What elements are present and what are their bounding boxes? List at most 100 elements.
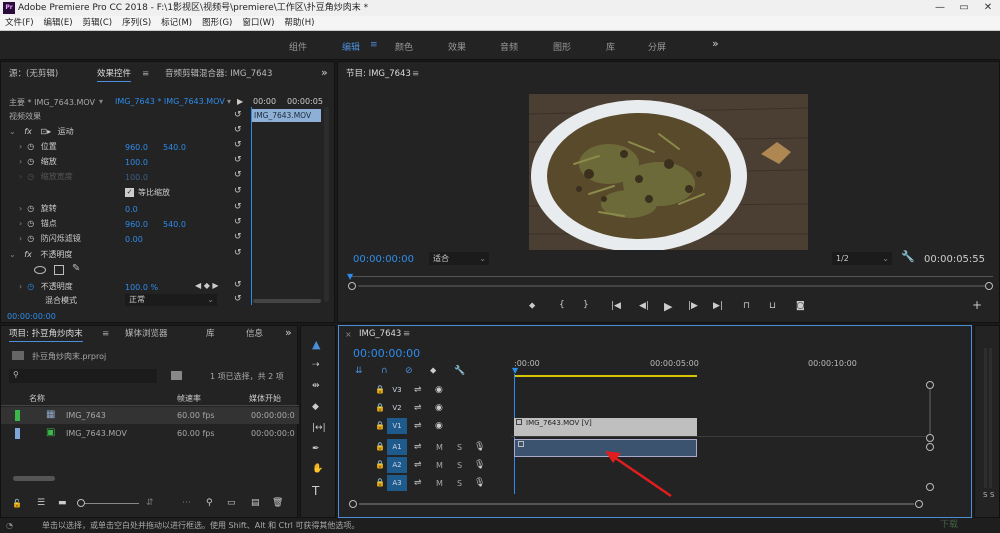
zoom-slider-handle[interactable] bbox=[77, 499, 85, 507]
mark-out-icon[interactable]: } bbox=[583, 300, 589, 310]
project-horizontal-scrollbar[interactable] bbox=[13, 476, 55, 481]
scroll-end-handle[interactable] bbox=[985, 282, 993, 290]
v1-clip[interactable]: IMG_7643.MOV [V] bbox=[514, 418, 697, 436]
workspace-tab-graphics[interactable]: 图形 bbox=[553, 40, 571, 53]
reset-icon[interactable]: ↺ bbox=[234, 170, 242, 180]
tab-libraries[interactable]: 库 bbox=[206, 326, 215, 342]
step-forward-icon[interactable]: |▶ bbox=[688, 301, 698, 311]
ec-horizontal-scrollbar[interactable] bbox=[253, 299, 321, 303]
panel-more-icon[interactable]: » bbox=[321, 65, 328, 81]
nest-icon[interactable]: ⇊ bbox=[355, 366, 363, 376]
tab-source[interactable]: 源：(无剪辑) bbox=[9, 66, 58, 82]
wrench-icon[interactable]: 🔧 bbox=[901, 250, 915, 263]
keyframe-nav-icon[interactable]: ◀ ◆ ▶ bbox=[195, 281, 219, 290]
reset-icon[interactable]: ↺ bbox=[234, 232, 242, 242]
menu-graphics[interactable]: 图形(G) bbox=[197, 16, 237, 31]
close-button[interactable]: ✕ bbox=[976, 0, 1000, 16]
minimize-button[interactable]: — bbox=[928, 0, 952, 16]
reset-icon[interactable]: ↺ bbox=[234, 155, 242, 165]
mute-button[interactable]: M bbox=[436, 443, 443, 452]
lock-icon[interactable]: 🔒 bbox=[375, 478, 385, 487]
menu-clip[interactable]: 剪辑(C) bbox=[78, 16, 118, 31]
lock-icon[interactable]: 🔓 bbox=[12, 499, 22, 508]
reset-icon[interactable]: ↺ bbox=[234, 125, 242, 135]
expand-arrow-icon[interactable]: ⌄ bbox=[9, 127, 16, 136]
timeline-playhead-head[interactable]: ▼ bbox=[512, 366, 518, 375]
settings-wrench-icon[interactable]: 🔧 bbox=[454, 366, 465, 376]
column-media-start[interactable]: 媒体开始 bbox=[249, 393, 281, 404]
list-view-icon[interactable]: ☰ bbox=[37, 498, 45, 508]
stopwatch-icon[interactable]: ◷ bbox=[27, 204, 34, 213]
anchor-x-value[interactable]: 960.0 bbox=[125, 220, 148, 229]
workspace-tab-libraries[interactable]: 库 bbox=[606, 40, 615, 53]
menu-file[interactable]: 文件(F) bbox=[0, 16, 39, 31]
workspace-menu-icon[interactable]: ≡ bbox=[370, 40, 378, 50]
track-select-tool-icon[interactable]: ⇢ bbox=[312, 360, 320, 370]
lock-icon[interactable]: 🔒 bbox=[375, 385, 385, 394]
table-row[interactable]: ▣ IMG_7643.MOV 60.00 fps 00:00:00:0 bbox=[1, 425, 299, 442]
maximize-button[interactable]: ▭ bbox=[952, 0, 976, 16]
add-marker-icon[interactable]: ⬥ bbox=[430, 366, 436, 376]
eye-icon[interactable]: ◉ bbox=[435, 385, 443, 395]
workspace-tab-effects[interactable]: 效果 bbox=[448, 40, 466, 53]
workspace-more-icon[interactable]: » bbox=[712, 37, 719, 50]
new-item-icon[interactable]: ▤ bbox=[251, 498, 260, 508]
workspace-tab-color[interactable]: 颜色 bbox=[395, 40, 413, 53]
trash-icon[interactable]: 🗑 bbox=[272, 498, 283, 508]
panel-more-icon[interactable]: » bbox=[285, 325, 292, 341]
ec-clip-bar[interactable]: IMG_7643.MOV bbox=[251, 109, 321, 122]
expand-arrow-icon[interactable]: ⌄ bbox=[9, 250, 16, 259]
solo-button[interactable]: S bbox=[457, 479, 462, 488]
program-playhead[interactable]: ▼ bbox=[347, 272, 353, 281]
stopwatch-icon[interactable]: ◷ bbox=[27, 219, 34, 228]
fit-select[interactable]: 适合 ⌄ bbox=[429, 252, 489, 265]
track-label-a1[interactable]: A1 bbox=[387, 439, 407, 455]
step-back-icon[interactable]: ◀| bbox=[639, 301, 649, 311]
linked-selection-icon[interactable]: ⊘ bbox=[405, 366, 413, 376]
track-label-v3[interactable]: V3 bbox=[387, 382, 407, 398]
rectangle-mask-icon[interactable] bbox=[54, 265, 64, 275]
vertical-scroll-handle[interactable] bbox=[926, 381, 934, 389]
program-time-ruler[interactable] bbox=[350, 276, 993, 277]
timeline-timecode[interactable]: 00:00:00:00 bbox=[353, 347, 420, 360]
antiflicker-value[interactable]: 0.00 bbox=[125, 235, 143, 244]
scale-value[interactable]: 100.0 bbox=[125, 158, 148, 167]
column-name[interactable]: 名称 bbox=[29, 393, 45, 404]
program-timecode[interactable]: 00:00:00:00 bbox=[353, 254, 414, 265]
program-menu-icon[interactable]: ≡ bbox=[412, 66, 419, 82]
selection-tool-icon[interactable]: ▲ bbox=[312, 338, 320, 351]
pen-tool-icon[interactable]: ✒ bbox=[312, 444, 320, 454]
play-button[interactable]: ▶ bbox=[664, 300, 672, 313]
workspace-tab-audio[interactable]: 音频 bbox=[500, 40, 518, 53]
reset-icon[interactable]: ↺ bbox=[234, 280, 242, 290]
play-icon[interactable]: ▶ bbox=[237, 97, 243, 106]
ellipse-mask-icon[interactable] bbox=[34, 266, 46, 274]
rotation-value[interactable]: 0.0 bbox=[125, 205, 138, 214]
reset-icon[interactable]: ↺ bbox=[234, 217, 242, 227]
razor-tool-icon[interactable]: ◆ bbox=[312, 402, 319, 412]
solo-right[interactable]: S bbox=[990, 491, 994, 499]
hand-tool-icon[interactable]: ✋ bbox=[312, 464, 323, 474]
eye-icon[interactable]: ◉ bbox=[435, 403, 443, 413]
menu-window[interactable]: 窗口(W) bbox=[237, 16, 279, 31]
sync-lock-icon[interactable]: ⇌ bbox=[414, 421, 422, 431]
stopwatch-icon[interactable]: ◷ bbox=[27, 282, 34, 291]
tab-media-browser[interactable]: 媒体浏览器 bbox=[125, 326, 168, 342]
vertical-scroll-handle[interactable] bbox=[926, 483, 934, 491]
blend-mode-select[interactable]: 正常 ⌄ bbox=[125, 294, 217, 306]
lock-icon[interactable]: 🔒 bbox=[375, 403, 385, 412]
solo-button[interactable]: S bbox=[457, 461, 462, 470]
eye-icon[interactable]: ◉ bbox=[435, 421, 443, 431]
position-y-value[interactable]: 540.0 bbox=[163, 143, 186, 152]
sort-icon[interactable]: ⇵ bbox=[146, 498, 154, 508]
lift-icon[interactable]: ⊓ bbox=[743, 301, 750, 311]
vertical-scroll-handle[interactable] bbox=[926, 434, 934, 442]
voiceover-mic-icon[interactable]: 🎙 bbox=[474, 442, 485, 452]
new-search-bin-icon[interactable] bbox=[171, 371, 182, 380]
column-framerate[interactable]: 帧速率 bbox=[177, 393, 201, 404]
uniform-scale-checkbox[interactable]: ✓ bbox=[125, 188, 134, 197]
resolution-select[interactable]: 1/2 ⌄ bbox=[832, 252, 892, 265]
sequence-clip-label[interactable]: IMG_7643 * IMG_7643.MOV bbox=[115, 97, 225, 106]
pen-mask-icon[interactable]: ✎ bbox=[72, 263, 80, 274]
vertical-scroll-handle[interactable] bbox=[926, 443, 934, 451]
